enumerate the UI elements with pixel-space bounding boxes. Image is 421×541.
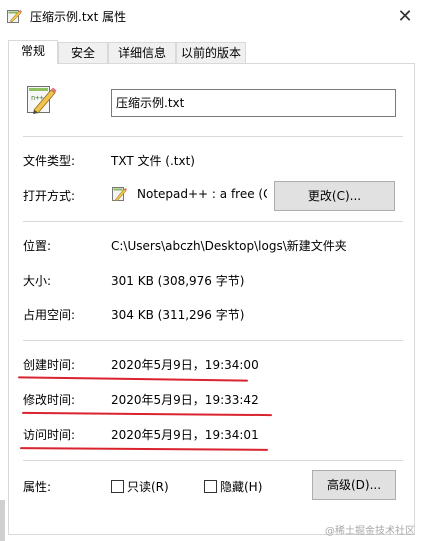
general-panel: n++ 文件类型: TXT 文件 (.txt) 打开方式: Notepad++ … xyxy=(8,63,415,535)
background-strip xyxy=(0,500,5,541)
separator xyxy=(23,221,403,222)
tab-security[interactable]: 安全 xyxy=(58,42,108,63)
separator xyxy=(23,460,403,461)
location-label: 位置: xyxy=(23,239,52,253)
opens-with-label: 打开方式: xyxy=(23,189,76,203)
hidden-checkbox[interactable] xyxy=(204,480,217,493)
readonly-label[interactable]: 只读(R) xyxy=(127,478,169,495)
advanced-button[interactable]: 高级(D)... xyxy=(312,470,396,500)
notepadpp-file-icon: n++ xyxy=(27,86,57,114)
watermark: @稀土掘金技术社区 xyxy=(325,526,415,537)
tab-previous-versions[interactable]: 以前的版本 xyxy=(176,42,246,63)
file-name-input[interactable] xyxy=(112,90,386,114)
size-on-disk-value: 304 KB (311,296 字节) xyxy=(111,308,245,322)
close-button[interactable]: ✕ xyxy=(389,0,421,32)
tab-details[interactable]: 详细信息 xyxy=(108,42,176,63)
size-on-disk-label: 占用空间: xyxy=(23,308,76,322)
created-value: 2020年5月9日，19:34:00 xyxy=(111,358,259,372)
title-bar: 压缩示例.txt 属性 ✕ xyxy=(0,0,421,32)
modified-value: 2020年5月9日，19:33:42 xyxy=(111,393,259,407)
window-title: 压缩示例.txt 属性 xyxy=(30,10,127,24)
accessed-value: 2020年5月9日，19:34:01 xyxy=(111,428,259,442)
notepadpp-app-icon xyxy=(112,187,127,202)
location-value: C:\Users\abczh\Desktop\logs\新建文件夹 xyxy=(111,239,347,253)
file-type-label: 文件类型: xyxy=(23,154,76,168)
size-value: 301 KB (308,976 字节) xyxy=(111,274,245,288)
separator xyxy=(23,340,403,341)
opens-with-value: Notepad++ : a free (G xyxy=(137,187,267,201)
accessed-label: 访问时间: xyxy=(23,428,76,442)
change-button[interactable]: 更改(C)... xyxy=(274,181,395,211)
modified-label: 修改时间: xyxy=(23,393,76,407)
file-type-value: TXT 文件 (.txt) xyxy=(111,154,195,168)
size-label: 大小: xyxy=(23,274,52,288)
close-icon: ✕ xyxy=(397,5,413,27)
attributes-label: 属性: xyxy=(23,480,52,494)
hidden-label[interactable]: 隐藏(H) xyxy=(220,478,262,495)
tab-general[interactable]: 常规 xyxy=(8,40,58,64)
notepadpp-file-icon xyxy=(7,10,22,23)
readonly-checkbox[interactable] xyxy=(111,480,124,493)
properties-window: 压缩示例.txt 属性 ✕ 常规 安全 详细信息 以前的版本 n++ 文件类型:… xyxy=(0,0,421,541)
separator xyxy=(23,136,403,137)
file-name-field[interactable] xyxy=(111,89,396,117)
created-label: 创建时间: xyxy=(23,358,76,372)
